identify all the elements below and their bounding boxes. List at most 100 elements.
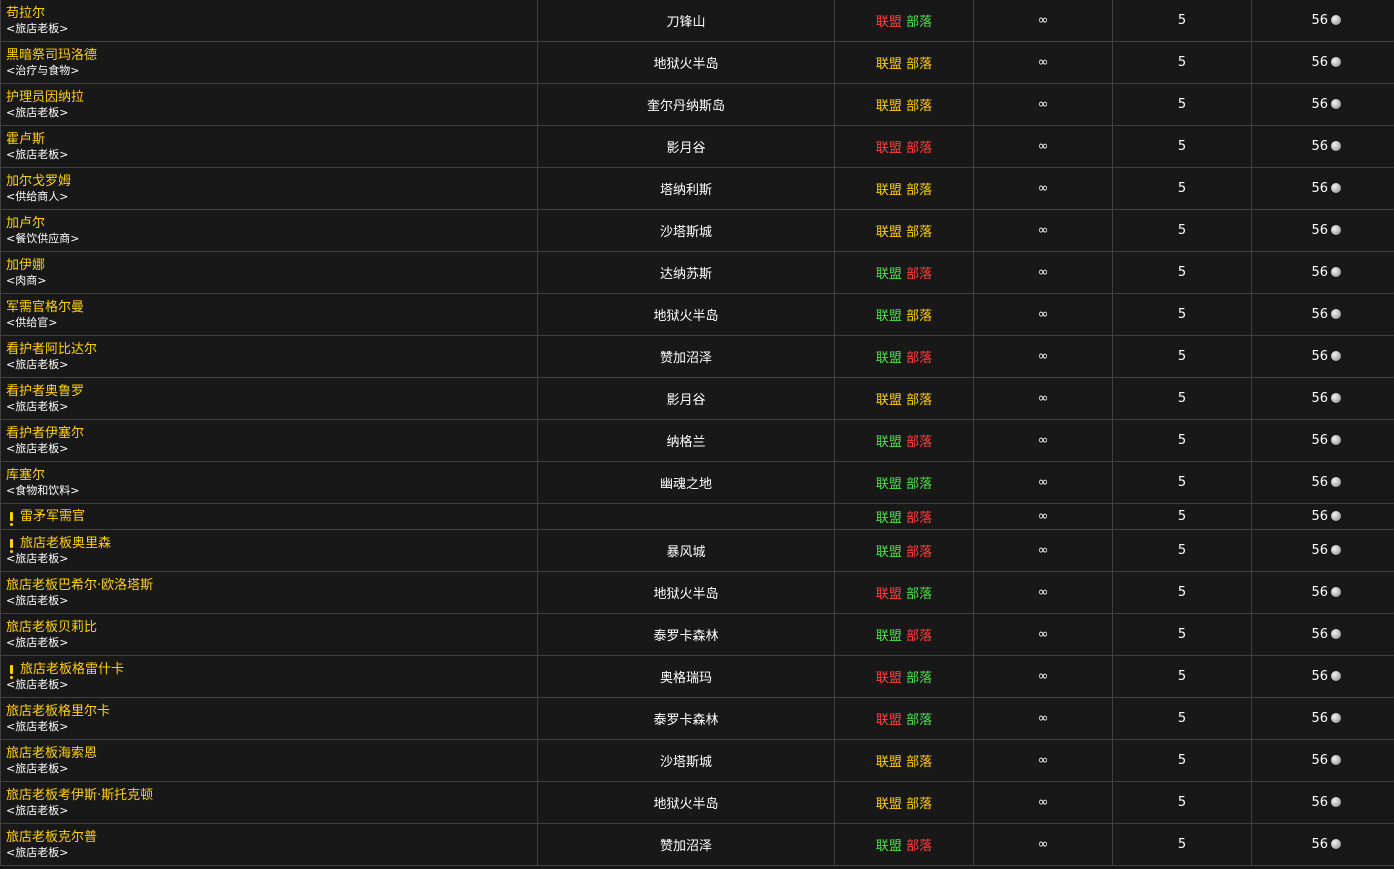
horde-reaction: 部落 [906, 587, 933, 602]
npc-name-link[interactable]: 旅店老板格雷什卡 [20, 662, 124, 677]
npc-name-link[interactable]: 霍卢斯 [6, 132, 45, 147]
zone-link[interactable]: 塔纳利斯 [660, 183, 712, 198]
npc-cell: 旅店老板贝莉比 <旅店老板> [0, 613, 538, 656]
stock-cell: ∞ [973, 209, 1113, 252]
zone-link[interactable]: 暴风城 [666, 545, 705, 560]
stock-cell: ∞ [973, 781, 1113, 824]
zone-link[interactable]: 地狱火半岛 [653, 797, 718, 812]
alliance-reaction: 联盟 [875, 435, 902, 450]
cost-cell: 56 [1251, 419, 1394, 462]
zone-cell: 沙塔斯城 [537, 209, 835, 252]
npc-name-link[interactable]: 护理员因纳拉 [6, 90, 84, 105]
zone-link[interactable]: 达纳苏斯 [660, 267, 712, 282]
alliance-reaction: 联盟 [875, 477, 902, 492]
cost-value: 56 [1311, 711, 1328, 726]
quantity-cell: 5 [1112, 41, 1252, 84]
npc-name-link[interactable]: 旅店老板考伊斯·斯托克顿 [6, 788, 153, 803]
stock-cell: ∞ [973, 377, 1113, 420]
zone-cell: 地狱火半岛 [537, 293, 835, 336]
zone-link[interactable]: 地狱火半岛 [653, 587, 718, 602]
npc-name-link[interactable]: 旅店老板格里尔卡 [6, 704, 110, 719]
alliance-reaction: 联盟 [875, 755, 902, 770]
zone-link[interactable]: 赞加沼泽 [660, 351, 712, 366]
horde-reaction: 部落 [906, 713, 933, 728]
npc-name-link[interactable]: 看护者阿比达尔 [6, 342, 97, 357]
zone-cell: 奥格瑞玛 [537, 655, 835, 698]
zone-link[interactable]: 沙塔斯城 [660, 225, 712, 240]
alliance-reaction: 联盟 [875, 57, 902, 72]
npc-name-link[interactable]: 加伊娜 [6, 258, 45, 273]
npc-cell: 护理员因纳拉 <旅店老板> [0, 83, 538, 126]
vendor-row: 旅店老板海索恩 <旅店老板> 沙塔斯城 联盟 部落 ∞ 5 56 [0, 739, 1394, 782]
alliance-reaction: 联盟 [875, 545, 902, 560]
quantity-cell: 5 [1112, 167, 1252, 210]
npc-cell: 苟拉尔 <旅店老板> [0, 0, 538, 42]
horde-reaction: 部落 [906, 267, 933, 282]
npc-name-link[interactable]: 库塞尔 [6, 468, 45, 483]
horde-reaction: 部落 [906, 309, 933, 324]
zone-link[interactable]: 影月谷 [666, 141, 705, 156]
npc-cell: 旅店老板考伊斯·斯托克顿 <旅店老板> [0, 781, 538, 824]
npc-name-link[interactable]: 加卢尔 [6, 216, 45, 231]
npc-name-line: 苟拉尔 [6, 6, 45, 21]
horde-reaction: 部落 [906, 99, 933, 114]
stock-cell: ∞ [973, 529, 1113, 572]
silver-coin-icon [1331, 393, 1341, 403]
zone-link[interactable]: 地狱火半岛 [653, 309, 718, 324]
vendor-row: 看护者阿比达尔 <旅店老板> 赞加沼泽 联盟 部落 ∞ 5 56 [0, 335, 1394, 378]
reaction-cell: 联盟 部落 [834, 335, 974, 378]
quantity-cell: 5 [1112, 571, 1252, 614]
vendor-row: 军需官格尔曼 <供给官> 地狱火半岛 联盟 部落 ∞ 5 56 [0, 293, 1394, 336]
npc-subtitle: <旅店老板> [6, 845, 69, 859]
zone-link[interactable]: 影月谷 [666, 393, 705, 408]
zone-link[interactable]: 沙塔斯城 [660, 755, 712, 770]
quantity-cell: 5 [1112, 335, 1252, 378]
npc-name-link[interactable]: 黑暗祭司玛洛德 [6, 48, 97, 63]
zone-cell: 影月谷 [537, 125, 835, 168]
npc-subtitle: <旅店老板> [6, 147, 69, 161]
npc-cell: 旅店老板格雷什卡 <旅店老板> [0, 655, 538, 698]
horde-reaction: 部落 [906, 629, 933, 644]
reaction-cell: 联盟 部落 [834, 377, 974, 420]
npc-name-link[interactable]: 旅店老板贝莉比 [6, 620, 97, 635]
zone-link[interactable]: 奎尔丹纳斯岛 [647, 99, 725, 114]
npc-name-link[interactable]: 看护者伊塞尔 [6, 426, 84, 441]
npc-name-link[interactable]: 军需官格尔曼 [6, 300, 84, 315]
npc-name-line: 军需官格尔曼 [6, 300, 84, 315]
npc-name-link[interactable]: 看护者奥鲁罗 [6, 384, 84, 399]
vendor-row: 旅店老板格里尔卡 <旅店老板> 泰罗卡森林 联盟 部落 ∞ 5 56 [0, 697, 1394, 740]
zone-link[interactable]: 幽魂之地 [660, 477, 712, 492]
npc-subtitle: <供给官> [6, 315, 58, 329]
vendor-table-body: 苟拉尔 <旅店老板> 刀锋山 联盟 部落 ∞ 5 56 黑暗祭司玛洛德 <治疗与… [0, 0, 1394, 866]
npc-name-line: 旅店老板格里尔卡 [6, 704, 110, 719]
cost-value: 56 [1311, 97, 1328, 112]
npc-name-link[interactable]: 雷矛军需官 [20, 509, 85, 524]
zone-link[interactable]: 纳格兰 [666, 435, 705, 450]
npc-name-link[interactable]: 旅店老板巴希尔·欧洛塔斯 [6, 578, 153, 593]
npc-cell: 加卢尔 <餐饮供应商> [0, 209, 538, 252]
zone-link[interactable]: 泰罗卡森林 [653, 713, 718, 728]
npc-name-link[interactable]: 旅店老板海索恩 [6, 746, 97, 761]
npc-name-line: 看护者奥鲁罗 [6, 384, 84, 399]
quest-exclamation-icon [10, 538, 13, 553]
npc-name-line: 看护者伊塞尔 [6, 426, 84, 441]
alliance-reaction: 联盟 [875, 671, 902, 686]
npc-name-link[interactable]: 旅店老板奥里森 [20, 536, 111, 551]
zone-cell: 沙塔斯城 [537, 739, 835, 782]
alliance-reaction: 联盟 [875, 267, 902, 282]
npc-name-link[interactable]: 旅店老板克尔普 [6, 830, 97, 845]
zone-link[interactable]: 奥格瑞玛 [660, 671, 712, 686]
npc-cell: 旅店老板格里尔卡 <旅店老板> [0, 697, 538, 740]
zone-link[interactable]: 地狱火半岛 [653, 57, 718, 72]
alliance-reaction: 联盟 [875, 183, 902, 198]
horde-reaction: 部落 [906, 15, 933, 30]
vendor-row: 旅店老板巴希尔·欧洛塔斯 <旅店老板> 地狱火半岛 联盟 部落 ∞ 5 56 [0, 571, 1394, 614]
zone-link[interactable]: 刀锋山 [666, 15, 705, 30]
npc-name-link[interactable]: 加尔戈罗姆 [6, 174, 71, 189]
zone-link[interactable]: 泰罗卡森林 [653, 629, 718, 644]
npc-name-line: 加伊娜 [6, 258, 45, 273]
zone-link[interactable]: 赞加沼泽 [660, 839, 712, 854]
npc-name-link[interactable]: 苟拉尔 [6, 6, 45, 21]
vendor-row: 旅店老板克尔普 <旅店老板> 赞加沼泽 联盟 部落 ∞ 5 56 [0, 823, 1394, 866]
horde-reaction: 部落 [906, 839, 933, 854]
